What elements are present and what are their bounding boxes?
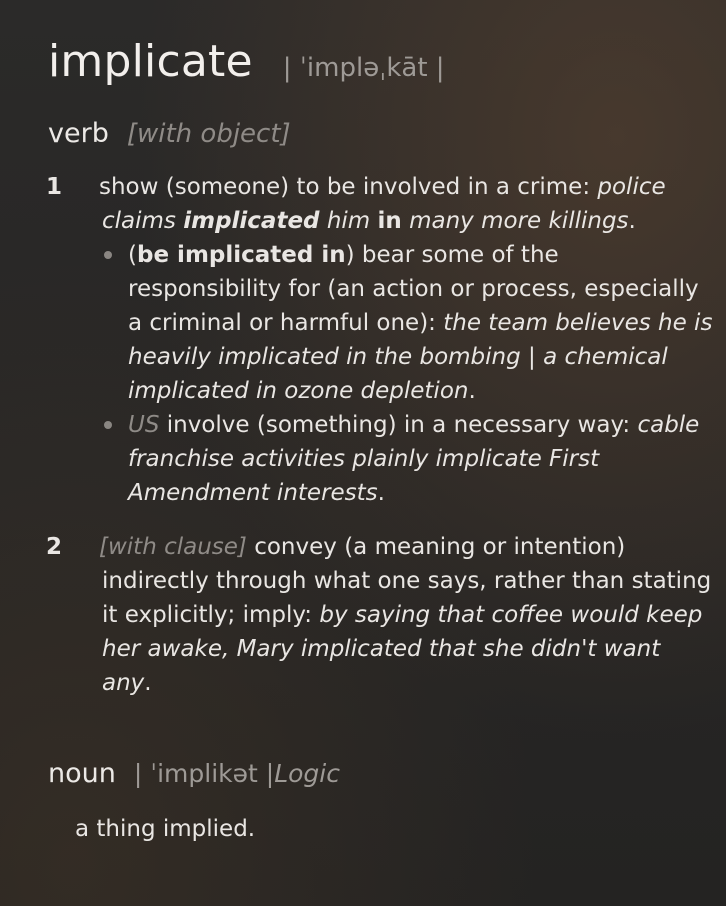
headword: implicate xyxy=(48,36,253,87)
pronunciation: | ˈimpləˌkāt | xyxy=(282,53,445,83)
part-of-speech-noun: noun xyxy=(48,758,116,789)
dictionary-panel: implicate | ˈimpləˌkāt | verb [with obje… xyxy=(0,0,726,906)
noun-domain-label: Logic xyxy=(274,759,340,788)
sense-1: 1 show (someone) to be involved in a crim… xyxy=(46,170,714,510)
sense-number: 2 xyxy=(46,534,63,560)
subsense-1a: (be implicated in) bear some of the resp… xyxy=(74,238,714,408)
subsense-phrase: be implicated in xyxy=(136,242,346,268)
sense-punctuation: . xyxy=(628,208,636,234)
subsense-punctuation: . xyxy=(468,378,476,404)
sense-example: many more killings xyxy=(401,208,629,234)
example-keyword: implicated xyxy=(183,208,320,234)
sense-definition: show (someone) to be involved in a crime… xyxy=(99,174,598,200)
bullet-icon xyxy=(104,251,112,259)
entry-header: implicate | ˈimpləˌkāt | xyxy=(48,36,445,87)
bullet-icon xyxy=(104,421,112,429)
sense-punctuation: . xyxy=(144,670,152,696)
noun-header: noun | ˈimplikət | Logic xyxy=(48,758,340,789)
part-of-speech-verb: verb xyxy=(48,118,109,149)
subsense-punctuation: . xyxy=(377,480,385,506)
noun-definition: a thing implied. xyxy=(75,816,256,842)
sense-2-text: 2 [with clause] convey (a meaning or inte… xyxy=(46,530,714,700)
verb-header: verb [with object] xyxy=(48,118,291,149)
sense-grammar-note: [with clause] xyxy=(99,534,247,560)
example-keyword: in xyxy=(377,208,402,234)
subsense-definition: involve (something) in a necessary way: xyxy=(159,412,638,438)
verb-grammar-note: [with object] xyxy=(126,119,291,149)
sense-2: 2 [with clause] convey (a meaning or inte… xyxy=(46,530,714,700)
noun-pronunciation: | ˈimplikət | xyxy=(133,759,275,788)
sense-example: him xyxy=(319,208,378,234)
sense-number: 1 xyxy=(46,174,63,200)
region-label: US xyxy=(128,412,160,438)
sense-1-text: 1 show (someone) to be involved in a crim… xyxy=(46,170,714,238)
subsense-1b: US involve (something) in a necessary wa… xyxy=(74,408,714,510)
